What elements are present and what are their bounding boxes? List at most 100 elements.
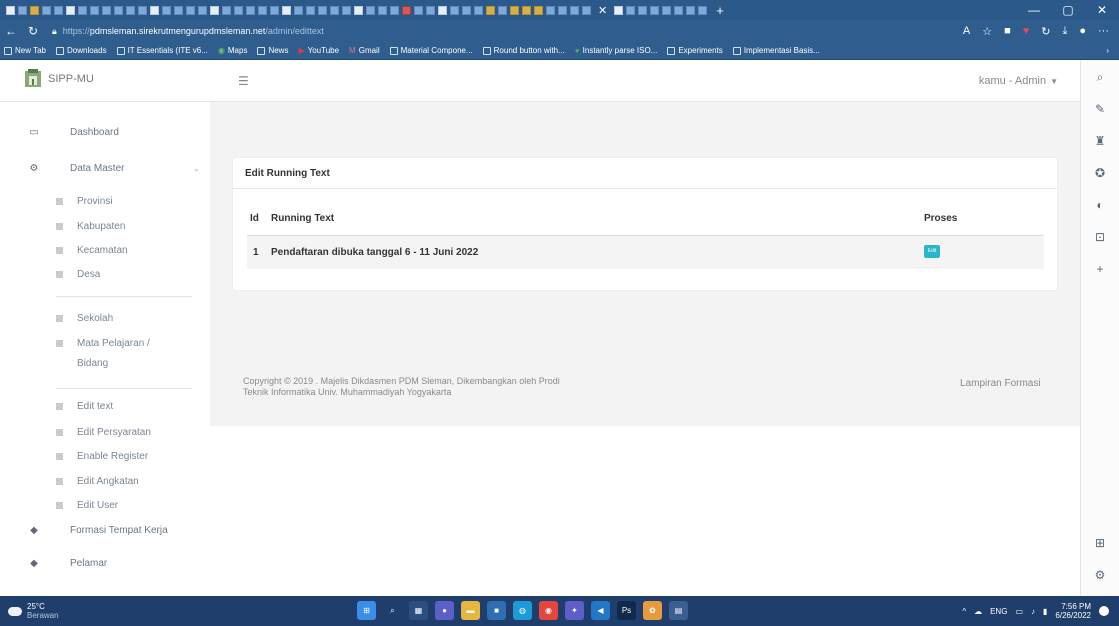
task-view-icon[interactable]: ▦ xyxy=(409,601,428,620)
favorite-icon[interactable]: ☆ xyxy=(982,25,992,38)
tab-icon[interactable] xyxy=(318,5,327,15)
tab-icon[interactable] xyxy=(486,5,495,15)
teams-icon[interactable]: ● xyxy=(435,601,454,620)
bookmark-maps[interactable]: ◉ Maps xyxy=(218,46,248,55)
games-icon[interactable]: ♜ xyxy=(1095,134,1106,156)
tab-icon[interactable] xyxy=(638,5,648,15)
battery-icon[interactable]: ▮ xyxy=(1043,607,1047,616)
tab-icon[interactable] xyxy=(222,5,231,15)
tab-icon[interactable] xyxy=(306,5,315,15)
url-field[interactable]: 🔒︎ https:// pdmsleman.sirekrutmengurupdm… xyxy=(44,26,963,37)
split-screen-icon[interactable]: ⊞ xyxy=(1095,536,1105,558)
tab-icon[interactable] xyxy=(198,5,207,15)
tab-icon[interactable] xyxy=(354,5,363,15)
user-menu[interactable]: kamu - Admin ▼ xyxy=(979,75,1058,87)
language-indicator[interactable]: ENG xyxy=(990,607,1007,616)
bookmark-new-tab[interactable]: New Tab xyxy=(4,46,46,55)
extension-icon[interactable]: ■ xyxy=(1004,25,1011,38)
tab-icon[interactable] xyxy=(582,5,591,15)
bookmark-news[interactable]: News xyxy=(257,46,288,55)
tab-icon[interactable] xyxy=(30,5,39,15)
add-icon[interactable]: + xyxy=(1096,262,1103,284)
tab-icon[interactable] xyxy=(90,5,99,15)
chevron-right-icon[interactable]: › xyxy=(1106,46,1109,55)
edge-icon[interactable]: ◍ xyxy=(513,601,532,620)
tab-icon[interactable] xyxy=(570,5,579,15)
store-icon[interactable]: ■ xyxy=(487,601,506,620)
tab-icon[interactable] xyxy=(450,5,459,15)
read-aloud-icon[interactable]: A xyxy=(963,25,970,38)
shopping-tag-icon[interactable]: ✎ xyxy=(1095,102,1105,124)
tab-icon[interactable] xyxy=(390,5,399,15)
tab-icon[interactable] xyxy=(270,5,279,15)
start-icon[interactable]: ⊞ xyxy=(357,601,376,620)
tab-icon[interactable] xyxy=(534,5,543,15)
tab-icon[interactable] xyxy=(674,5,684,15)
reload-icon[interactable]: ↻ xyxy=(22,24,44,38)
weather-widget[interactable]: 25°C Berawan xyxy=(8,602,59,620)
tab-icon[interactable] xyxy=(662,5,672,15)
bookmark-gmail[interactable]: M Gmail xyxy=(349,46,380,55)
footer-lampiran-link[interactable]: Lampiran Formasi xyxy=(960,378,1041,389)
bookmark-experiments[interactable]: Experiments xyxy=(667,46,723,55)
tab-icon[interactable] xyxy=(66,5,75,15)
profile-icon[interactable]: ● xyxy=(1079,25,1086,38)
tab-icon[interactable] xyxy=(258,5,267,15)
tab-icon[interactable] xyxy=(686,5,696,15)
more-menu-icon[interactable]: ··· xyxy=(1098,25,1109,38)
close-tab-icon[interactable]: ✕ xyxy=(594,4,611,17)
table-app-icon[interactable]: ▤ xyxy=(669,601,688,620)
bookmark-parse-iso[interactable]: ● Instantly parse ISO... xyxy=(575,46,658,55)
volume-icon[interactable]: ♪ xyxy=(1031,607,1035,616)
tab-icon[interactable] xyxy=(114,5,123,15)
tab-icon[interactable] xyxy=(402,5,411,15)
brand[interactable]: SIPP-MU xyxy=(22,68,94,90)
office-icon[interactable]: ◐ xyxy=(1096,198,1103,220)
tab-icon[interactable] xyxy=(698,5,708,15)
tab-icon[interactable] xyxy=(162,5,171,15)
tab-icon[interactable] xyxy=(650,5,660,15)
tab-icon[interactable] xyxy=(510,5,519,15)
back-icon[interactable]: ← xyxy=(0,24,22,38)
downloads-icon[interactable]: ⤓ xyxy=(1062,25,1067,38)
tab-icon[interactable] xyxy=(6,5,15,15)
tab-icon[interactable] xyxy=(558,5,567,15)
outlook-icon[interactable]: ⊡ xyxy=(1095,230,1105,252)
tab-icon[interactable] xyxy=(210,5,219,15)
tab-icon[interactable] xyxy=(138,5,147,15)
extension-heart-icon[interactable]: ♥ xyxy=(1023,25,1030,38)
vscode-icon[interactable]: ◀ xyxy=(591,601,610,620)
tab-icon[interactable] xyxy=(234,5,243,15)
search-icon[interactable]: ⌕ xyxy=(383,601,402,620)
file-explorer-icon[interactable]: ▬ xyxy=(461,601,480,620)
tab-icon[interactable] xyxy=(186,5,195,15)
display-icon[interactable]: ▭ xyxy=(1015,607,1023,616)
tab-icon[interactable] xyxy=(294,5,303,15)
tab-icon[interactable] xyxy=(282,5,291,15)
notification-icon[interactable] xyxy=(1099,606,1109,616)
bookmark-it-essentials[interactable]: IT Essentials (ITE v6... xyxy=(116,46,208,55)
tab-list[interactable]: ✕ + xyxy=(0,3,1017,18)
active-tab-icon[interactable] xyxy=(614,5,624,15)
refresh-extension-icon[interactable]: ↻ xyxy=(1041,25,1050,38)
bookmark-material[interactable]: Material Compone... xyxy=(389,46,473,55)
tab-icon[interactable] xyxy=(522,5,531,15)
tab-icon[interactable] xyxy=(498,5,507,15)
tab-icon[interactable] xyxy=(378,5,387,15)
search-icon[interactable]: ⌕ xyxy=(1097,70,1104,92)
clock[interactable]: 7:56 PM 6/26/2022 xyxy=(1055,602,1091,620)
tab-icon[interactable] xyxy=(366,5,375,15)
photoshop-icon[interactable]: Ps xyxy=(617,601,636,620)
tab-icon[interactable] xyxy=(474,5,483,15)
bookmark-implementasi[interactable]: Implementasi Basis... xyxy=(732,46,820,55)
close-window-icon[interactable]: ✕ xyxy=(1085,3,1119,17)
cloud-tray-icon[interactable]: ☁ xyxy=(974,607,982,616)
minimize-icon[interactable]: — xyxy=(1017,3,1051,17)
tab-icon[interactable] xyxy=(54,5,63,15)
bookmark-youtube[interactable]: ▶ YouTube xyxy=(298,46,339,55)
tab-icon[interactable] xyxy=(342,5,351,15)
chrome-icon[interactable]: ◉ xyxy=(539,601,558,620)
tab-icon[interactable] xyxy=(18,5,27,15)
settings-gear-icon[interactable]: ⚙ xyxy=(1095,568,1106,590)
color-app-icon[interactable]: ✿ xyxy=(643,601,662,620)
